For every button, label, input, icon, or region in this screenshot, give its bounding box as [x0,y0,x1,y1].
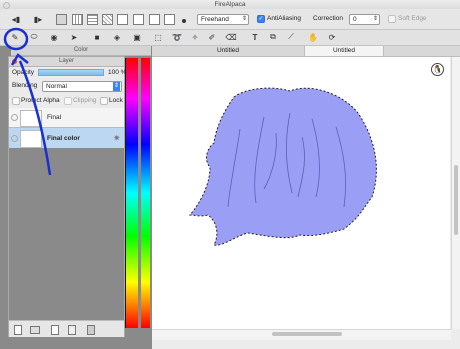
navigator-icon[interactable]: 🐧 [431,63,444,76]
new-layer-icon[interactable] [14,325,22,335]
horizontal-scroll-thumb[interactable] [272,332,342,336]
chevron-updown-icon: ⇕ [113,82,120,91]
correction-value: 0 [353,16,357,23]
snap-curve-icon[interactable] [133,14,144,25]
hand-tool-icon[interactable]: ✋ [307,31,319,43]
color-panel-title: Color [73,47,89,53]
frame-tool-icon[interactable]: ⧉ [267,31,279,43]
select-eraser-tool-icon[interactable]: ⌫ [225,31,237,43]
soft-edge-label: Soft Edge [398,15,427,22]
document-tabs: Untitled Untitled [152,46,460,57]
rotate-tool-icon[interactable]: ⟳ [326,31,338,43]
lock-checkbox[interactable] [100,97,108,105]
select-tool-icon[interactable]: ⬚ [152,31,164,43]
brush-mode-select[interactable]: Freehand ⇕ [197,14,249,25]
annotation-arrow-shaft [18,60,52,176]
lasso-tool-icon[interactable]: ➰ [171,31,183,43]
fill-rect-tool-icon[interactable]: ■ [91,31,103,43]
tab-label: Untitled [332,47,356,54]
color-hue-bar[interactable] [141,58,150,328]
trash-icon[interactable] [87,325,95,335]
duplicate-layer-icon[interactable] [51,325,59,335]
undo-icon[interactable]: ◂▮ [10,13,22,25]
vertical-scrollbar[interactable] [451,57,460,329]
vertical-scroll-thumb[interactable] [454,165,458,235]
clipping-label: Clipping [73,97,97,104]
brush-mode-value: Freehand [201,16,229,23]
window-title: FireAlpaca [214,1,246,8]
snap-off-icon[interactable] [56,14,67,25]
text-tool-icon[interactable]: T [249,31,261,43]
lock-label: Lock [109,97,123,104]
horizontal-scrollbar[interactable] [152,329,451,340]
layer-actions-bar [9,320,124,337]
snap-circle-icon[interactable] [117,14,128,25]
snap-settings-icon[interactable] [182,19,186,23]
snap-grid-icon[interactable] [87,14,98,25]
select-pen-tool-icon[interactable]: ✐ [206,31,218,43]
close-window-button[interactable] [3,2,10,9]
snap-3d-icon[interactable] [164,14,175,25]
tab-label: Untitled [216,47,240,54]
correction-select[interactable]: 0 ⇕ [349,14,380,25]
eyedropper-tool-icon[interactable]: ⟋ [285,31,297,43]
hair-selection [188,87,377,246]
merge-down-icon[interactable] [68,325,76,335]
antialiasing-label: AntiAliasing [267,15,301,22]
window-titlebar: FireAlpaca [0,0,460,9]
color-hue-slider[interactable] [126,58,138,328]
snap-radial-icon[interactable] [102,14,113,25]
annotation-circle [3,27,29,51]
bucket-tool-icon[interactable]: ◈ [111,31,123,43]
chevron-updown-icon: ⇕ [241,16,247,22]
redo-icon[interactable]: ▮▸ [32,13,44,25]
opacity-value: 100 % [108,69,127,76]
chevron-updown-icon: ⇕ [372,16,378,22]
snap-vanishing-icon[interactable] [149,14,160,25]
correction-label: Correction [313,15,343,22]
new-folder-icon[interactable] [30,326,40,334]
tab-untitled-2[interactable]: Untitled [305,46,384,56]
annotation-overlay [3,27,52,176]
magic-wand-tool-icon[interactable]: ✧ [189,31,201,43]
antialiasing-checkbox[interactable]: ✓ [257,15,265,23]
gear-icon[interactable]: ✷ [113,133,121,144]
hair-drawing [188,87,377,246]
drawing-canvas[interactable]: 🐧 [152,57,450,329]
gradient-tool-icon[interactable]: ▣ [131,31,143,43]
soft-edge-checkbox[interactable] [388,15,396,23]
snap-parallel-icon[interactable] [72,14,83,25]
tab-untitled-1[interactable]: Untitled [152,46,305,56]
